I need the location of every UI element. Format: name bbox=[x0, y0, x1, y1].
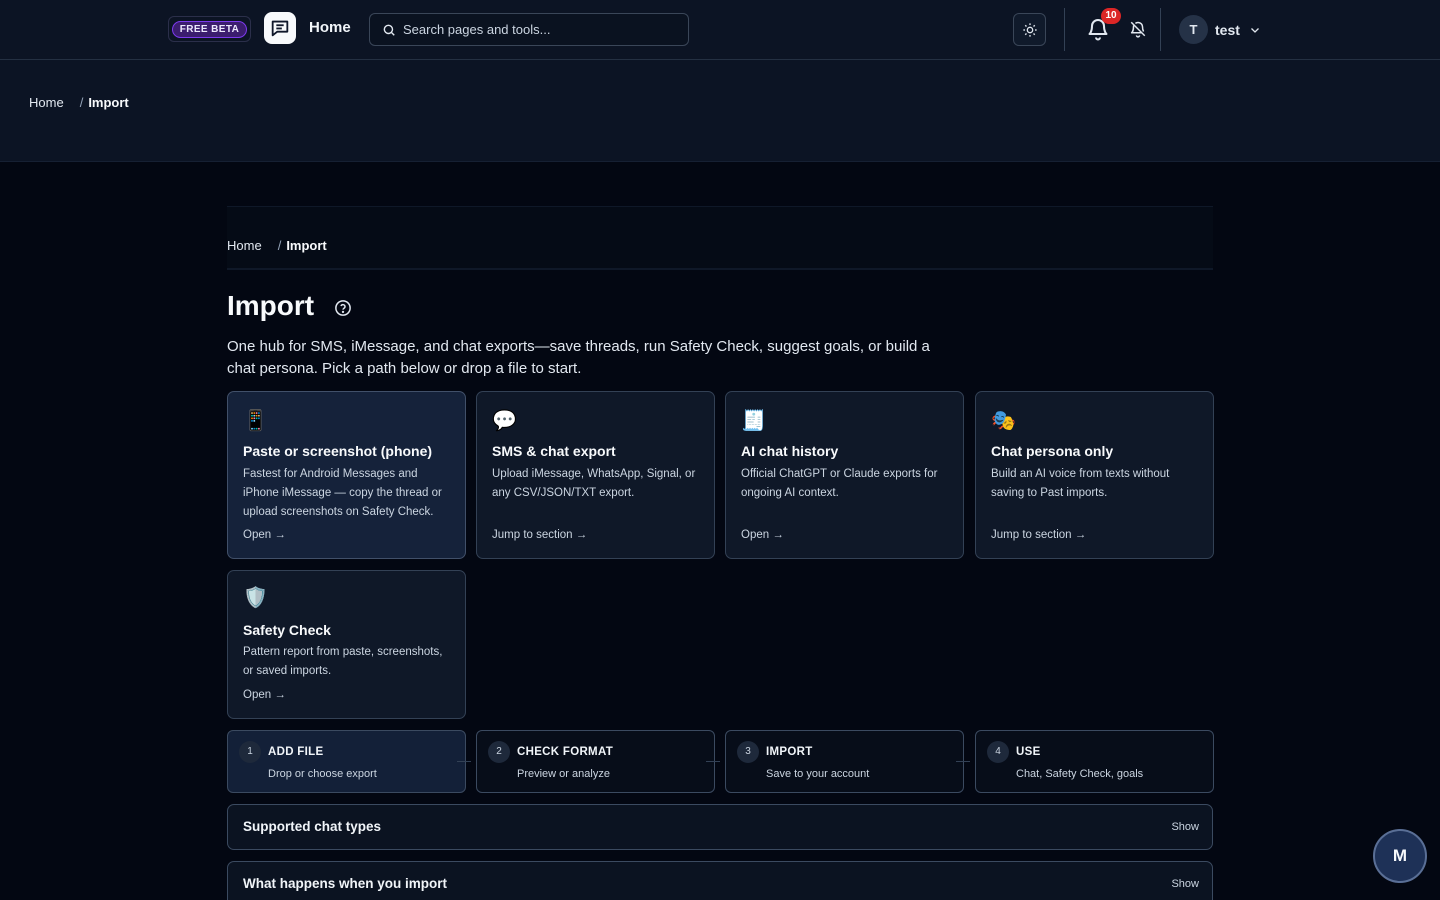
notification-count-badge: 10 bbox=[1101, 8, 1121, 24]
breadcrumb-current: Import bbox=[286, 238, 327, 253]
card-description: Pattern report from paste, screenshots, … bbox=[243, 646, 443, 677]
accordion-what-happens[interactable]: What happens when you import Show bbox=[227, 861, 1213, 900]
step-title: ADD FILE bbox=[268, 746, 324, 758]
step-number: 3 bbox=[737, 741, 759, 763]
bell-off-icon[interactable] bbox=[1129, 20, 1147, 38]
breadcrumb-home[interactable]: Home bbox=[29, 95, 64, 110]
card-open-link[interactable]: Open → bbox=[741, 529, 784, 541]
user-name[interactable]: test bbox=[1215, 22, 1240, 38]
search-box[interactable] bbox=[369, 13, 689, 46]
step-import: 3 IMPORT Save to your account bbox=[725, 730, 964, 793]
beta-badge: FREE BETA bbox=[171, 20, 248, 38]
nav-home-link[interactable]: Home bbox=[309, 19, 351, 36]
page-breadcrumb-bar: Home / Import bbox=[227, 206, 1213, 270]
shield-icon: 🛡️ bbox=[243, 587, 268, 609]
accordion-supported-chat-types[interactable]: Supported chat types Show bbox=[227, 804, 1213, 850]
card-ai-chat-history[interactable]: 🧾 AI chat history Official ChatGPT or Cl… bbox=[725, 391, 964, 559]
step-title: USE bbox=[1016, 746, 1041, 758]
card-description: Fastest for Android Messages and iPhone … bbox=[243, 468, 442, 518]
step-check-format: 2 CHECK FORMAT Preview or analyze bbox=[476, 730, 715, 793]
search-icon bbox=[383, 24, 395, 36]
card-jump-link[interactable]: Jump to section → bbox=[991, 529, 1086, 541]
breadcrumb: Home / Import bbox=[227, 238, 327, 253]
card-jump-link[interactable]: Jump to section → bbox=[492, 529, 587, 541]
breadcrumb-separator: / bbox=[79, 95, 84, 110]
step-connector bbox=[706, 761, 720, 762]
page-description: One hub for SMS, iMessage, and chat expo… bbox=[227, 338, 930, 377]
card-safety-check[interactable]: 🛡️ Safety Check Pattern report from past… bbox=[227, 570, 466, 719]
theme-toggle-button[interactable] bbox=[1013, 13, 1046, 46]
card-description: Upload iMessage, WhatsApp, Signal, or an… bbox=[492, 468, 696, 499]
card-open-link[interactable]: Open → bbox=[243, 529, 286, 541]
top-nav: FREE BETA Home 10 bbox=[0, 0, 1440, 60]
card-open-link[interactable]: Open → bbox=[243, 689, 286, 701]
user-menu[interactable]: T test bbox=[1179, 15, 1261, 44]
sun-icon bbox=[1022, 22, 1037, 37]
breadcrumb-home[interactable]: Home bbox=[227, 238, 262, 253]
step-subtitle: Save to your account bbox=[766, 768, 870, 780]
theater-masks-icon: 🎭 bbox=[991, 410, 1016, 432]
card-title: Chat persona only bbox=[991, 443, 1114, 459]
card-sms-chat-export[interactable]: 💬 SMS & chat export Upload iMessage, Wha… bbox=[476, 391, 715, 559]
card-description: Build an AI voice from texts without sav… bbox=[991, 468, 1170, 499]
breadcrumb-separator: / bbox=[277, 238, 282, 253]
card-title: Paste or screenshot (phone) bbox=[243, 443, 433, 459]
breadcrumb-current: Import bbox=[88, 95, 129, 110]
step-number: 4 bbox=[987, 741, 1009, 763]
page-title: Import bbox=[227, 290, 315, 321]
step-connector bbox=[956, 761, 970, 762]
card-title: AI chat history bbox=[741, 443, 839, 459]
step-subtitle: Drop or choose export bbox=[268, 768, 377, 780]
step-subtitle: Preview or analyze bbox=[517, 768, 610, 780]
card-title: SMS & chat export bbox=[492, 443, 616, 459]
chevron-down-icon[interactable] bbox=[1249, 24, 1261, 36]
search-input[interactable] bbox=[403, 22, 673, 37]
accordion-show-button[interactable]: Show bbox=[1171, 821, 1199, 833]
phone-icon: 📱 bbox=[243, 410, 268, 432]
breadcrumb: Home / Import bbox=[29, 95, 129, 110]
card-paste-screenshot[interactable]: 📱 Paste or screenshot (phone) Fastest fo… bbox=[227, 391, 466, 559]
card-title: Safety Check bbox=[243, 622, 331, 638]
help-circle-icon[interactable] bbox=[334, 299, 352, 317]
breadcrumb-band: Home / Import bbox=[0, 60, 1440, 162]
accordion-title: What happens when you import bbox=[243, 876, 448, 891]
step-title: IMPORT bbox=[766, 746, 813, 758]
nav-divider bbox=[1160, 8, 1161, 51]
nav-divider bbox=[1064, 8, 1065, 51]
step-number: 1 bbox=[239, 741, 261, 763]
speech-bubble-icon: 💬 bbox=[492, 410, 517, 432]
step-subtitle: Chat, Safety Check, goals bbox=[1016, 768, 1144, 780]
step-title: CHECK FORMAT bbox=[517, 746, 614, 758]
beta-badge-wrapper: FREE BETA bbox=[168, 16, 251, 42]
avatar[interactable]: T bbox=[1179, 15, 1208, 44]
step-use: 4 USE Chat, Safety Check, goals bbox=[975, 730, 1214, 793]
accordion-show-button[interactable]: Show bbox=[1171, 878, 1199, 890]
receipt-icon: 🧾 bbox=[741, 410, 766, 432]
card-description: Official ChatGPT or Claude exports for o… bbox=[741, 468, 938, 499]
accordion-title: Supported chat types bbox=[243, 819, 382, 834]
step-number: 2 bbox=[488, 741, 510, 763]
logo-icon[interactable] bbox=[264, 12, 296, 44]
card-chat-persona[interactable]: 🎭 Chat persona only Build an AI voice fr… bbox=[975, 391, 1214, 559]
assistant-fab-button[interactable]: M bbox=[1373, 829, 1427, 883]
step-add-file: 1 ADD FILE Drop or choose export bbox=[227, 730, 466, 793]
step-connector bbox=[457, 761, 471, 762]
